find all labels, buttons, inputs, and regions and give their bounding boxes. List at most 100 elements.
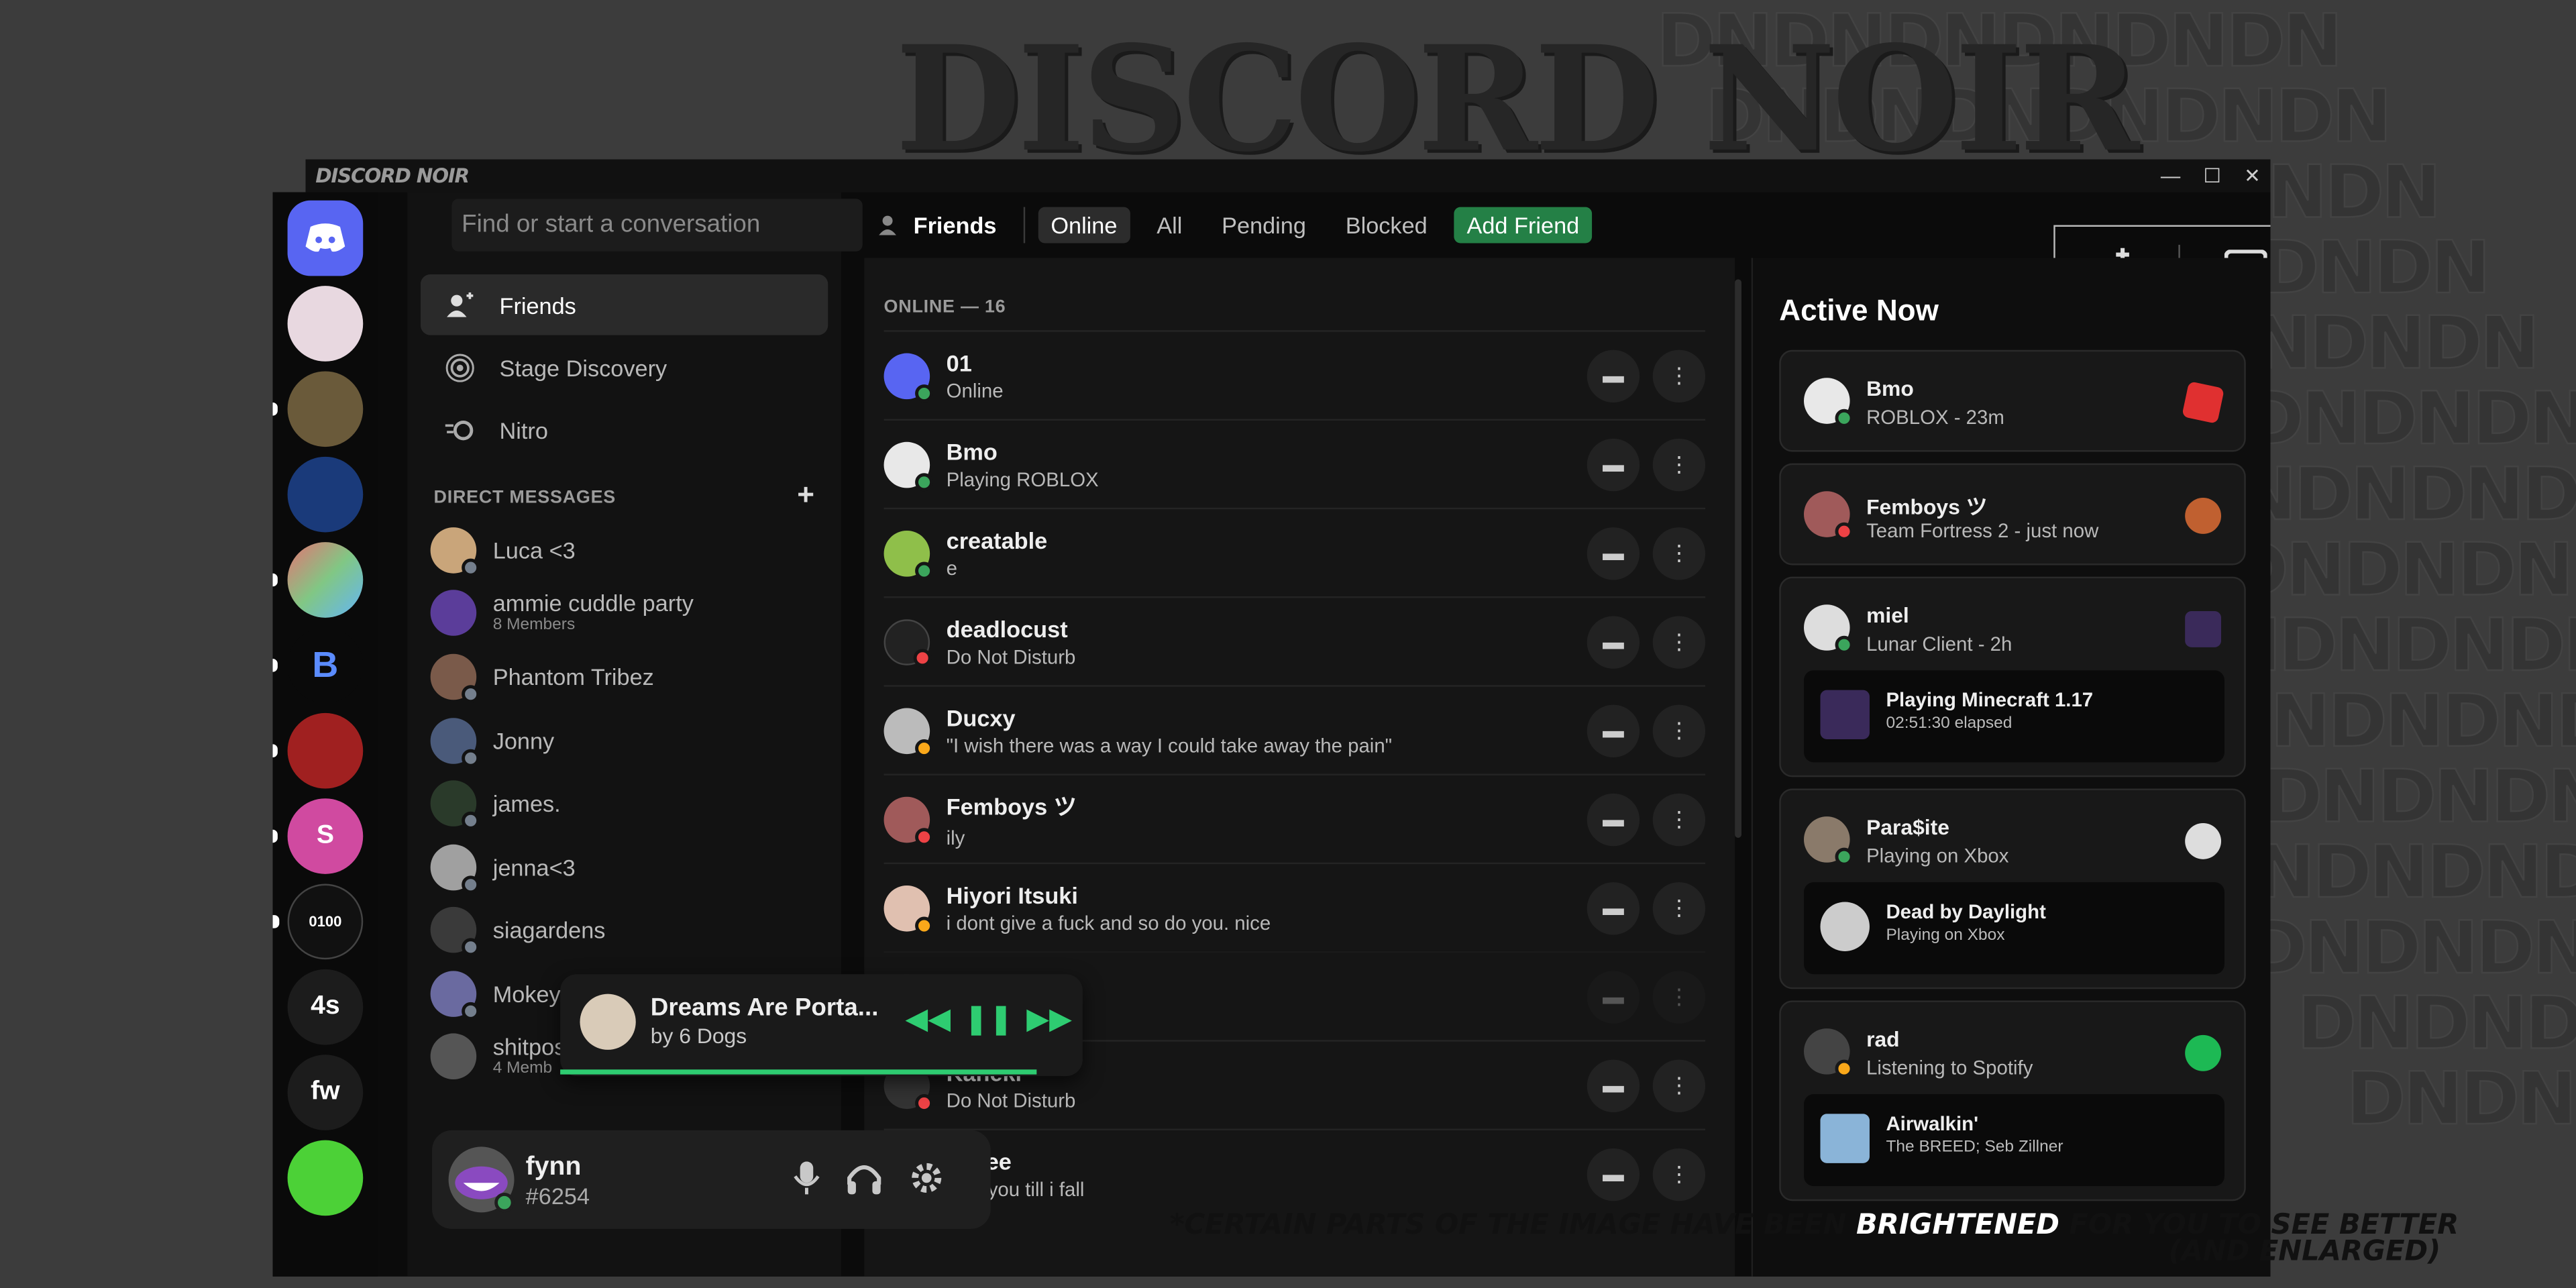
server-icon[interactable] — [272, 712, 364, 789]
server-icon[interactable] — [272, 371, 364, 447]
friend-row[interactable]: ukeee love you till i fall ▬⋮ — [883, 1128, 1706, 1217]
pause-icon[interactable]: ❚❚ — [964, 1002, 1014, 1036]
activity-user: Bmo — [1866, 376, 1914, 401]
more-icon[interactable]: ⋮ — [1652, 615, 1706, 668]
server-icon[interactable]: B — [272, 627, 364, 704]
message-icon[interactable]: ▬ — [1587, 792, 1640, 846]
avatar — [883, 884, 934, 934]
friend-row[interactable]: Bmo Playing ROBLOX ▬ ⋮ — [883, 419, 1706, 507]
tab-all[interactable]: All — [1144, 207, 1195, 244]
message-icon[interactable]: ▬ — [1587, 526, 1640, 580]
more-icon[interactable]: ⋮ — [1652, 1147, 1706, 1200]
activity-status: Listening to Spotify — [1866, 1056, 2033, 1079]
message-icon[interactable]: ▬ — [1587, 704, 1640, 757]
message-icon[interactable]: ▬ — [1587, 349, 1640, 402]
status-online-icon — [494, 1192, 515, 1213]
server-icon[interactable]: S — [272, 798, 364, 874]
nav-label: Friends — [499, 291, 576, 318]
message-icon[interactable]: ▬ — [1587, 437, 1640, 491]
previous-icon[interactable]: ◀◀ — [905, 1002, 951, 1036]
server-rail: B S 0100 4s fw — [272, 192, 378, 1277]
friend-row[interactable]: deadlocust Do Not Disturb ▬ ⋮ — [883, 596, 1706, 685]
xbox-icon — [1820, 902, 1870, 951]
activity-detail: Playing Minecraft 1.17 02:51:30 elapsed — [1804, 670, 2224, 763]
avatar — [430, 653, 480, 704]
nav-stage-discovery[interactable]: Stage Discovery — [421, 337, 828, 398]
friends-icon — [443, 288, 476, 321]
message-icon[interactable]: ▬ — [1587, 1059, 1640, 1112]
microphone-icon[interactable] — [794, 1160, 820, 1196]
avatar — [430, 780, 480, 830]
dm-name: Luca <3 — [492, 536, 576, 563]
close-icon[interactable]: ✕ — [2244, 164, 2261, 187]
nav-nitro[interactable]: Nitro — [421, 399, 828, 460]
scrollbar[interactable] — [1735, 279, 1741, 838]
more-icon[interactable]: ⋮ — [1652, 704, 1706, 757]
roblox-icon — [2182, 381, 2225, 424]
activity-card[interactable]: Femboys ツ Team Fortress 2 - just now — [1779, 463, 2246, 566]
message-icon[interactable]: ▬ — [1587, 615, 1640, 668]
search-input[interactable]: Find or start a conversation — [451, 199, 863, 252]
add-dm-icon[interactable]: + — [797, 478, 814, 513]
server-4s[interactable]: 4s — [287, 969, 364, 1045]
tab-online[interactable]: Online — [1037, 207, 1131, 244]
server-icon[interactable] — [287, 456, 364, 533]
avatar — [430, 718, 480, 767]
dm-item[interactable]: james. — [430, 773, 825, 833]
add-friend-button[interactable]: Add Friend — [1453, 207, 1593, 244]
more-icon[interactable]: ⋮ — [1652, 792, 1706, 846]
more-icon[interactable]: ⋮ — [1652, 881, 1706, 934]
avatar — [430, 844, 480, 894]
friend-name: deadlocust — [946, 615, 1068, 642]
server-icon[interactable]: 0100 — [272, 883, 364, 960]
more-icon[interactable]: ⋮ — [1652, 526, 1706, 580]
server-icon[interactable] — [287, 286, 364, 362]
dm-name: jenna<3 — [492, 853, 576, 880]
friend-row[interactable]: 01 Online ▬ ⋮ — [883, 330, 1706, 419]
friend-row[interactable]: Hiyori Itsuki i dont give a fuck and so d… — [883, 862, 1706, 951]
next-icon[interactable]: ▶▶ — [1026, 1002, 1072, 1036]
activity-card[interactable]: Para$ite Playing on Xbox Dead by Dayligh… — [1779, 788, 2246, 989]
activity-card[interactable]: miel Lunar Client - 2h Playing Minecraft… — [1779, 576, 2246, 777]
friend-row[interactable]: creatable e ▬ ⋮ — [883, 507, 1706, 596]
track-title: Dreams Are Porta... — [650, 994, 879, 1022]
avatar — [430, 590, 477, 636]
tab-blocked[interactable]: Blocked — [1332, 207, 1440, 244]
friend-name: Femboys ツ — [946, 792, 1077, 819]
minimize-icon[interactable]: — — [2161, 164, 2180, 187]
title-bar: DISCORD NOIR — ☐ ✕ — [305, 159, 2271, 193]
activity-card[interactable]: Bmo ROBLOX - 23m — [1779, 350, 2246, 452]
maximize-icon[interactable]: ☐ — [2204, 164, 2221, 187]
dm-item[interactable]: jenna<3 — [430, 838, 825, 897]
dm-item[interactable]: ammie cuddle party 8 Members — [430, 583, 825, 642]
dm-item[interactable]: Phantom Tribez — [430, 647, 825, 706]
message-icon[interactable]: ▬ — [1587, 970, 1640, 1023]
friends-icon — [879, 215, 896, 235]
progress-bar[interactable] — [560, 1069, 1037, 1075]
home-button[interactable] — [287, 200, 364, 276]
activity-card[interactable]: rad Listening to Spotify Airwalkin' The … — [1779, 1000, 2246, 1201]
more-icon[interactable]: ⋮ — [1652, 349, 1706, 402]
dm-item[interactable]: Luca <3 — [430, 521, 825, 580]
message-icon[interactable]: ▬ — [1587, 1147, 1640, 1200]
headphones-icon[interactable] — [846, 1160, 882, 1196]
dm-item[interactable]: siagardens — [430, 900, 825, 959]
message-icon[interactable]: ▬ — [1587, 881, 1640, 934]
server-icon[interactable] — [272, 542, 364, 618]
settings-gear-icon[interactable] — [908, 1160, 945, 1196]
more-icon[interactable]: ⋮ — [1652, 437, 1706, 491]
nav-friends[interactable]: Friends — [420, 274, 828, 335]
server-fw[interactable]: fw — [287, 1055, 364, 1130]
dm-item[interactable]: Jonny — [430, 711, 825, 770]
more-icon[interactable]: ⋮ — [1652, 1059, 1706, 1112]
friend-row[interactable]: Femboys ツ ily ▬ ⋮ — [883, 773, 1706, 862]
user-tag: #6254 — [525, 1183, 590, 1210]
dm-name: ammie cuddle party — [492, 590, 694, 616]
tab-friends-label: Friends — [913, 211, 997, 239]
caption-text: *CERTAIN PARTS OF THE IMAGE HAVE BEEN — [1169, 1209, 1856, 1242]
tab-pending[interactable]: Pending — [1209, 207, 1320, 244]
friend-status: "I wish there was a way I could take awa… — [946, 733, 1393, 757]
more-icon[interactable]: ⋮ — [1652, 970, 1706, 1023]
friend-row[interactable]: Ducxy "I wish there was a way I could tak… — [883, 685, 1706, 773]
server-icon[interactable] — [287, 1140, 364, 1216]
